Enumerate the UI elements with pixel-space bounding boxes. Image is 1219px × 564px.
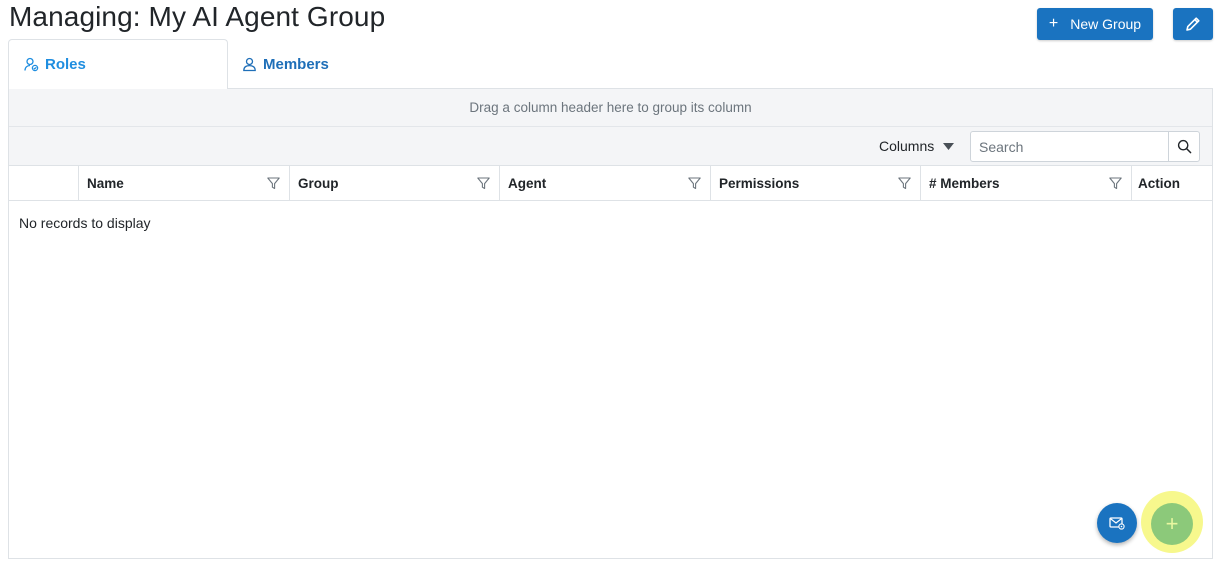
column-header-agent[interactable]: Agent xyxy=(500,166,711,200)
mail-settings-button[interactable] xyxy=(1097,503,1137,543)
filter-icon[interactable] xyxy=(1109,177,1122,190)
plus-icon: + xyxy=(1048,15,1059,32)
tab-roles[interactable]: Roles xyxy=(8,39,228,90)
search-icon xyxy=(1177,139,1191,154)
column-header-action: Action xyxy=(1132,166,1212,200)
filter-icon[interactable] xyxy=(477,177,490,190)
column-header-members-label: # Members xyxy=(929,175,1000,191)
column-header-name-label: Name xyxy=(87,175,124,191)
column-header-agent-label: Agent xyxy=(508,175,547,191)
columns-label: Columns xyxy=(879,138,935,154)
mail-settings-icon xyxy=(1109,517,1125,530)
tab-bar: Roles Members xyxy=(8,39,1213,90)
search-box xyxy=(970,131,1200,162)
tab-members[interactable]: Members xyxy=(242,39,329,89)
column-header-permissions-label: Permissions xyxy=(719,175,800,191)
search-button[interactable] xyxy=(1168,132,1199,161)
tab-members-label: Members xyxy=(263,55,329,73)
filter-icon[interactable] xyxy=(267,177,280,190)
group-panel-text: Drag a column header here to group its c… xyxy=(469,100,752,115)
column-header-group-label: Group xyxy=(298,175,339,191)
filter-icon[interactable] xyxy=(688,177,701,190)
column-header-group[interactable]: Group xyxy=(290,166,500,200)
empty-message: No records to display xyxy=(19,215,151,231)
table-header-row: Name Group Agent Permissions # Members A… xyxy=(9,166,1212,201)
column-header-action-label: Action xyxy=(1138,175,1180,191)
new-group-button[interactable]: + New Group xyxy=(1037,8,1153,40)
group-drop-panel[interactable]: Drag a column header here to group its c… xyxy=(9,89,1212,127)
edit-button[interactable] xyxy=(1173,8,1213,40)
columns-button[interactable]: Columns xyxy=(879,138,955,154)
app-root: Managing: My AI Agent Group + New Group … xyxy=(0,0,1219,564)
tab-roles-label: Roles xyxy=(45,56,86,73)
search-input[interactable] xyxy=(971,132,1168,161)
column-header-name[interactable]: Name xyxy=(79,166,290,200)
person-icon xyxy=(243,57,256,71)
page-title: Managing: My AI Agent Group xyxy=(9,1,386,32)
add-button[interactable]: + xyxy=(1151,503,1193,545)
filter-icon[interactable] xyxy=(898,177,911,190)
grid-toolbar: Columns xyxy=(9,127,1212,166)
column-header-members[interactable]: # Members xyxy=(921,166,1132,200)
plus-icon: + xyxy=(1165,511,1179,536)
roles-grid: Drag a column header here to group its c… xyxy=(8,89,1213,559)
roles-icon xyxy=(24,57,39,72)
pencil-icon xyxy=(1186,17,1200,31)
new-group-label: New Group xyxy=(1070,16,1142,32)
caret-down-icon xyxy=(943,142,955,150)
column-header-permissions[interactable]: Permissions xyxy=(711,166,921,200)
column-header-select[interactable] xyxy=(9,166,79,200)
